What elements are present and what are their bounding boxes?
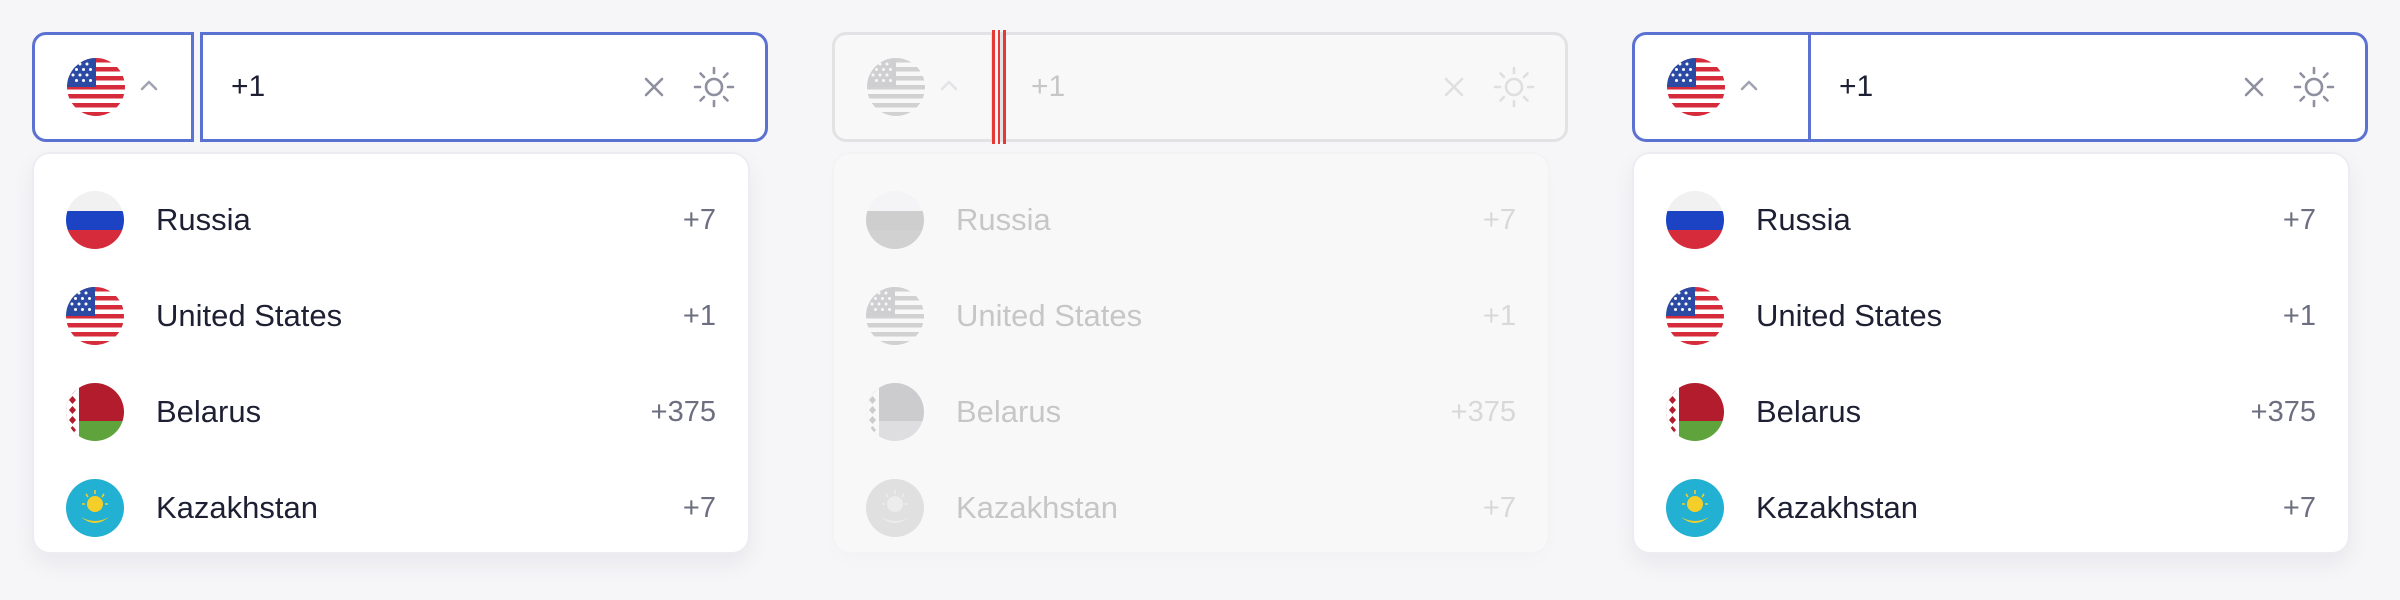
country-option-kazakhstan[interactable]: Kazakhstan +7: [34, 460, 748, 556]
country-name: Belarus: [156, 394, 262, 429]
country-code: +1: [1482, 299, 1516, 332]
country-option-united-states[interactable]: United States +1: [34, 268, 748, 364]
us-flag-icon: [1667, 58, 1725, 116]
country-dropdown: Russia +7 United States +1 Belarus +375 …: [32, 152, 750, 554]
divider-marker: [992, 30, 1006, 144]
us-flag-icon: [67, 58, 125, 116]
us-flag-icon: [866, 287, 924, 345]
phone-number-input[interactable]: +1: [1808, 32, 2368, 142]
country-option-kazakhstan[interactable]: Kazakhstan +7: [1634, 460, 2348, 556]
country-dropdown: Russia +7 United States +1 Belarus +375 …: [1632, 152, 2350, 554]
country-name: Russia: [1756, 202, 1851, 237]
country-code: +7: [682, 491, 716, 524]
phone-field: +1: [32, 32, 768, 142]
country-code: +375: [1450, 395, 1516, 428]
phone-number-value[interactable]: +1: [1811, 70, 2239, 104]
belarus-flag-icon: [1666, 383, 1724, 441]
country-option-belarus[interactable]: Belarus +375: [1634, 364, 2348, 460]
country-option-russia[interactable]: Russia +7: [834, 172, 1548, 268]
phone-number-value[interactable]: +1: [1003, 70, 1439, 104]
russia-flag-icon: [66, 191, 124, 249]
country-name: United States: [1756, 298, 1943, 333]
phone-input-faded: +1 Russia +7 United States +1 Belarus +3…: [832, 32, 1568, 554]
country-option-kazakhstan[interactable]: Kazakhstan +7: [834, 460, 1548, 556]
country-option-belarus[interactable]: Belarus +375: [834, 364, 1548, 460]
kazakhstan-flag-icon: [1666, 479, 1724, 537]
country-name: United States: [956, 298, 1143, 333]
country-code: +375: [650, 395, 716, 428]
belarus-flag-icon: [866, 383, 924, 441]
country-name: Russia: [156, 202, 251, 237]
country-code: +7: [2282, 491, 2316, 524]
sun-icon[interactable]: [2291, 64, 2337, 110]
russia-flag-icon: [1666, 191, 1724, 249]
country-code: +375: [2250, 395, 2316, 428]
country-code: +1: [2282, 299, 2316, 332]
country-code: +7: [682, 203, 716, 236]
chevron-up-icon: [1739, 78, 1759, 97]
sun-icon[interactable]: [1491, 64, 1537, 110]
country-option-united-states[interactable]: United States +1: [834, 268, 1548, 364]
country-name: Kazakhstan: [156, 490, 318, 525]
phone-field: +1: [832, 32, 1568, 142]
country-option-russia[interactable]: Russia +7: [1634, 172, 2348, 268]
country-code: +1: [682, 299, 716, 332]
us-flag-icon: [66, 287, 124, 345]
country-code: +7: [1482, 491, 1516, 524]
country-name: Russia: [956, 202, 1051, 237]
close-icon[interactable]: [2239, 72, 2269, 102]
country-selector-button[interactable]: [832, 32, 994, 142]
country-name: Kazakhstan: [956, 490, 1118, 525]
us-flag-icon: [867, 58, 925, 116]
russia-flag-icon: [866, 191, 924, 249]
close-icon[interactable]: [639, 72, 669, 102]
phone-field: +1: [1632, 32, 2368, 142]
chevron-up-icon: [139, 78, 159, 97]
country-code: +7: [2282, 203, 2316, 236]
country-option-united-states[interactable]: United States +1: [1634, 268, 2348, 364]
country-name: United States: [156, 298, 343, 333]
country-dropdown: Russia +7 United States +1 Belarus +375 …: [832, 152, 1550, 554]
country-code: +7: [1482, 203, 1516, 236]
country-selector-button[interactable]: [32, 32, 194, 142]
belarus-flag-icon: [66, 383, 124, 441]
phone-input-open-merged: +1 Russia +7 United States +1 Belarus +3…: [1632, 32, 2368, 554]
country-selector-button[interactable]: [1632, 32, 1808, 142]
sun-icon[interactable]: [691, 64, 737, 110]
phone-input-open: +1 Russia +7 United States +1 Belarus +3…: [32, 32, 768, 554]
country-name: Belarus: [956, 394, 1062, 429]
close-icon[interactable]: [1439, 72, 1469, 102]
us-flag-icon: [1666, 287, 1724, 345]
chevron-up-icon: [939, 78, 959, 97]
kazakhstan-flag-icon: [866, 479, 924, 537]
country-option-belarus[interactable]: Belarus +375: [34, 364, 748, 460]
country-name: Belarus: [1756, 394, 1862, 429]
phone-number-value[interactable]: +1: [203, 70, 639, 104]
phone-number-input[interactable]: +1: [200, 32, 768, 142]
country-option-russia[interactable]: Russia +7: [34, 172, 748, 268]
phone-number-input[interactable]: +1: [1000, 32, 1568, 142]
country-name: Kazakhstan: [1756, 490, 1918, 525]
kazakhstan-flag-icon: [66, 479, 124, 537]
